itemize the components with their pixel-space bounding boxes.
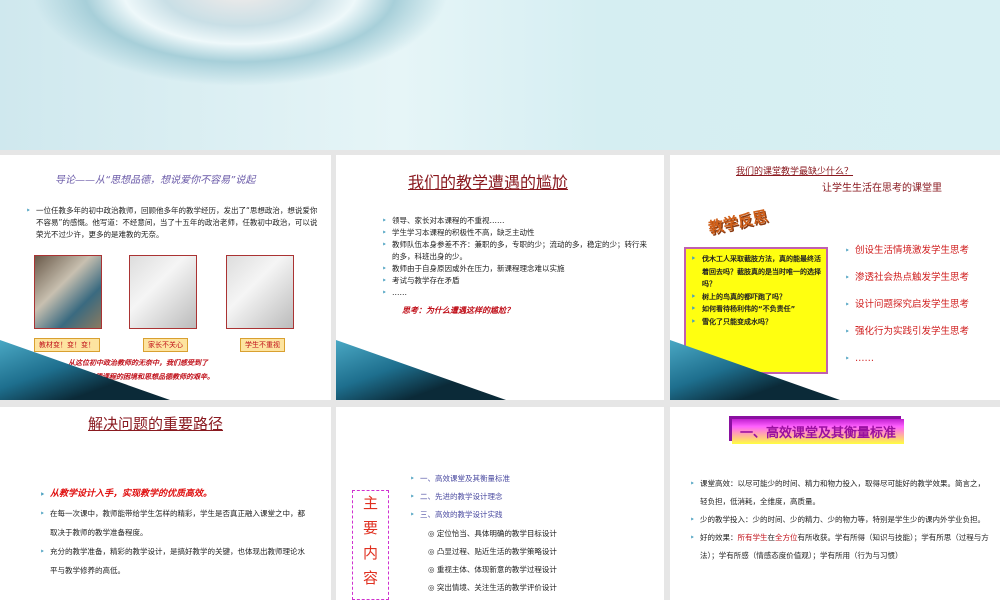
text: 好的效果： (700, 533, 738, 542)
slide-thumbnail-5[interactable]: 主 要 内 容 一、高效课堂及其衡量标准 二、先进的教学设计理念 三、高效的教学… (336, 407, 664, 600)
list-item: 充分的教学准备，精彩的教学设计，是搞好教学的关键，也体现出教师理论水平与教学修养… (40, 542, 310, 580)
slide-thumbnail-2[interactable]: 我们的教学遭遇的尴尬 领导、家长对本课程的不重视…… 学生学习本课程的积极性不高… (336, 155, 664, 400)
list-item: 学生学习本课程的积极性不高，缺乏主动性 (382, 227, 652, 239)
photo-textbooks (34, 255, 102, 329)
list-item: 树上的鸟真的都吓跑了吗？ (691, 291, 821, 304)
list-item: 教师由于自身原因或外在压力，新课程理念难以实施 (382, 263, 652, 275)
highlight-text: 所有学生 (737, 533, 768, 542)
slide-title: 导论——从“思想品德，想说爱你不容易”说起 (55, 175, 256, 186)
footer-text: 从这位初中政治教师的无奈中，我们感受到了 (68, 359, 208, 367)
toc-subitem: ◎ 凸显过程、贴近生活的教学策略设计 (428, 547, 557, 556)
text: 在 (767, 533, 776, 542)
slide-thumbnail-4[interactable]: 解决问题的重要路径 从教学设计入手，实现教学的优质高效。 在每一次课中，教师能带… (0, 407, 331, 600)
list-item: 从教学设计入手，实现教学的优质高效。 (40, 485, 310, 504)
slide-title: 解决问题的重要路径 (88, 415, 224, 433)
header-banner (0, 0, 1000, 150)
list-item: 设计问题探究启发学生思考 (845, 291, 969, 318)
toc-subitem: ◎ 重视主体、体现新意的教学过程设计 (428, 565, 557, 574)
slide-title: 我们的课堂教学最缺少什么？ (736, 167, 854, 177)
stamp-char: 容 (362, 569, 378, 587)
decor-wedge (336, 340, 506, 400)
list-item: 教师队伍本身参差不齐：兼职的多，专职的少；流动的多，稳定的少；转行来的多，科班出… (382, 239, 652, 263)
wordart-reflection: 教学反思 (706, 206, 770, 238)
cartoon-student (226, 255, 294, 329)
toc-item: 三、高效的教学设计实践 (410, 506, 510, 524)
slide-thumbnail-6[interactable]: 一、高效课堂及其衡量标准 课堂高效：以尽可能少的时间、精力和物力投入，取得尽可能… (670, 407, 1000, 600)
slide-thumbnail-1[interactable]: 导论——从“思想品德，想说爱你不容易”说起 一位任教多年的初中政治教师，回顾他多… (0, 155, 331, 400)
toc-item: 二、先进的教学设计理念 (410, 488, 510, 506)
slide-title: 我们的教学遭遇的尴尬 (408, 173, 569, 192)
caption: 教材变！变！变！ (34, 338, 100, 352)
list-item: 领导、家长对本课程的不重视…… (382, 215, 652, 227)
stamp-main-content: 主 要 内 容 (352, 490, 389, 600)
cartoon-parent (129, 255, 197, 329)
list-item: …… (382, 287, 652, 299)
list-item: 如何看待杨利伟的“不负责任” (691, 303, 821, 316)
list-item: …… (845, 345, 969, 372)
bullet-text: 一位任教多年的初中政治教师，回顾他多年的教学经历，发出了“思想政治，想说爱你不容… (26, 205, 318, 241)
list-item: 考试与教学存在矛盾 (382, 275, 652, 287)
list-item: 好的效果：所有学生在全方位有所收获。学有所得（知识与技能）；学有所思（过程与方法… (690, 529, 990, 565)
list-item: 强化行为实践引发学生思考 (845, 318, 969, 345)
stamp-char: 要 (362, 519, 378, 537)
toc-subitem: ◎ 突出情境、关注生活的教学评价设计 (428, 583, 557, 592)
caption: 家长不关心 (143, 338, 188, 352)
toc-subitem: ◎ 定位恰当、具体明确的教学目标设计 (428, 529, 557, 538)
slide-title: 一、高效课堂及其衡量标准 (732, 419, 905, 444)
question-text: 思考：为什么遭遇这样的尴尬？ (402, 306, 514, 315)
list-item: 雪化了只能变成水吗？ (691, 316, 821, 329)
list-item: 渗透社会热点触发学生思考 (845, 264, 969, 291)
list-item: 课堂高效：以尽可能少的时间、精力和物力投入，取得尽可能好的教学效果。简言之，轻负… (690, 475, 990, 511)
slide-subtitle: 让学生生活在思考的课堂里 (822, 183, 942, 194)
list-item: 少的教学投入：少的时间、少的精力、少的物力等，特别是学生少的课内外学业负担。 (690, 511, 990, 529)
slide-thumbnail-3[interactable]: 我们的课堂教学最缺少什么？ 让学生生活在思考的课堂里 教学反思 伐木工人采取截肢… (670, 155, 1000, 400)
caption: 学生不重视 (240, 338, 285, 352)
stamp-char: 内 (362, 544, 378, 562)
list-item: 创设生活情境激发学生思考 (845, 237, 969, 264)
stamp-char: 主 (362, 494, 378, 512)
list-item: 伐木工人采取截肢方法，真的能最终活着回去吗？截肢真的是当时唯一的选择吗？ (691, 253, 821, 291)
toc-item: 一、高效课堂及其衡量标准 (410, 470, 510, 488)
highlight-text: 全方位 (775, 533, 798, 542)
list-item: 在每一次课中，教师能带给学生怎样的精彩，学生是否真正融入课堂之中，都取决于教师的… (40, 504, 310, 542)
